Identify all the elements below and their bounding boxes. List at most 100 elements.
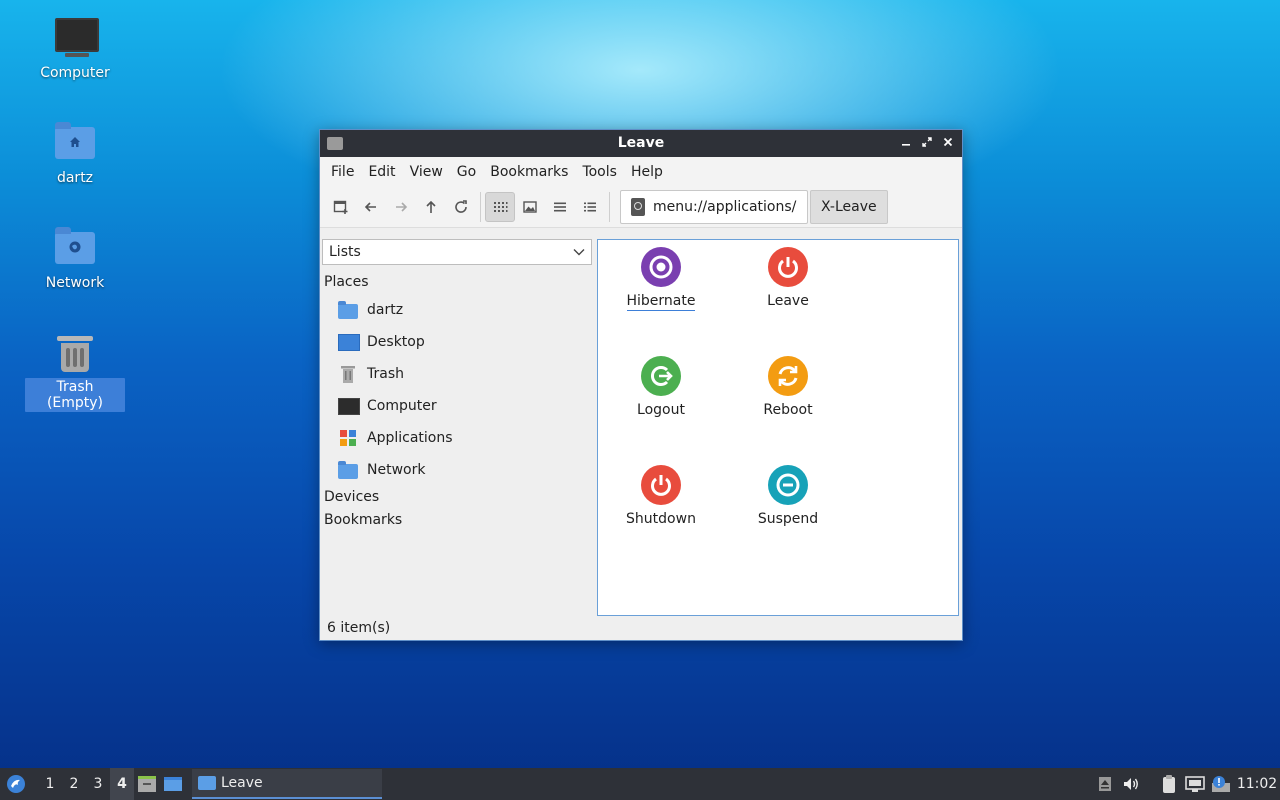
forward-button[interactable] — [386, 192, 416, 222]
places-section-header[interactable]: Places — [320, 271, 596, 294]
side-pane-mode-select[interactable]: Lists — [322, 239, 592, 265]
place-trash[interactable]: Trash — [320, 358, 596, 390]
item-shutdown[interactable]: Shutdown — [606, 465, 716, 527]
menu-bar: File Edit View Go Bookmarks Tools Help — [320, 157, 962, 187]
network-status-icon[interactable] — [1182, 768, 1208, 800]
place-applications[interactable]: Applications — [320, 422, 596, 454]
window-title: Leave — [617, 135, 665, 151]
toolbar-separator — [609, 192, 610, 222]
menu-file[interactable]: File — [324, 164, 361, 180]
side-pane: Lists Places dartz Desktop Trash Compute… — [320, 238, 596, 616]
compact-view-button[interactable] — [545, 192, 575, 222]
desktop-icon-network[interactable]: Network — [25, 226, 125, 292]
place-network[interactable]: Network — [320, 454, 596, 486]
desktop-icon-computer[interactable]: Computer — [25, 16, 125, 82]
reload-button[interactable] — [446, 192, 476, 222]
shutdown-icon — [641, 465, 681, 505]
workspace-1[interactable]: 1 — [38, 768, 62, 800]
icon-view-button[interactable] — [485, 192, 515, 222]
up-button[interactable] — [416, 192, 446, 222]
menu-help[interactable]: Help — [624, 164, 670, 180]
toolbar: menu://applications/ X-Leave — [320, 187, 962, 228]
power-icon — [768, 247, 808, 287]
clock[interactable]: 11:02 — [1234, 776, 1280, 792]
desktop-icon-label: Trash (Empty) — [25, 378, 125, 412]
system-tray: 11:02 — [1092, 768, 1280, 800]
item-label: Hibernate — [626, 293, 696, 311]
chevron-down-icon — [573, 244, 585, 260]
minimize-button[interactable] — [898, 135, 914, 151]
place-label: Network — [367, 462, 426, 478]
menu-go[interactable]: Go — [450, 164, 483, 180]
item-label: Leave — [767, 293, 809, 309]
notification-icon[interactable] — [1208, 768, 1234, 800]
item-logout[interactable]: Logout — [606, 356, 716, 418]
desktop-icon-trash[interactable]: Trash (Empty) — [25, 330, 125, 412]
computer-icon — [53, 16, 99, 60]
place-computer[interactable]: Computer — [320, 390, 596, 422]
status-bar: 6 item(s) — [327, 620, 391, 636]
menu-view[interactable]: View — [403, 164, 450, 180]
start-menu-button[interactable] — [0, 768, 32, 800]
workspace-3[interactable]: 3 — [86, 768, 110, 800]
reboot-icon — [768, 356, 808, 396]
desktop-icon-label: Network — [45, 275, 105, 291]
close-button[interactable] — [940, 135, 956, 151]
menu-tools[interactable]: Tools — [575, 164, 624, 180]
folder-icon — [198, 776, 216, 790]
place-label: Applications — [367, 430, 453, 446]
trash-icon — [338, 365, 358, 383]
toolbar-separator — [480, 192, 481, 222]
trash-icon — [53, 330, 97, 374]
desktop-icon-label: dartz — [56, 170, 94, 186]
logout-icon — [641, 356, 681, 396]
home-folder-icon — [53, 121, 97, 165]
item-reboot[interactable]: Reboot — [733, 356, 843, 418]
place-label: dartz — [367, 302, 404, 318]
hibernate-icon — [641, 247, 681, 287]
new-tab-button[interactable] — [326, 192, 356, 222]
place-label: Computer — [367, 398, 437, 414]
menu-edit[interactable]: Edit — [361, 164, 402, 180]
location-icon — [631, 198, 645, 216]
workspace-2[interactable]: 2 — [62, 768, 86, 800]
folder-view[interactable]: Hibernate Leave Logout Reboot Shutdown S… — [597, 239, 959, 616]
suspend-icon — [768, 465, 808, 505]
breadcrumb-button[interactable]: X-Leave — [810, 190, 888, 224]
location-bar[interactable]: menu://applications/ — [620, 190, 808, 224]
desktop-icon-dartz[interactable]: dartz — [25, 121, 125, 187]
item-label: Logout — [637, 402, 685, 418]
computer-icon — [338, 397, 360, 415]
title-bar[interactable]: Leave — [320, 130, 962, 157]
menu-bookmarks[interactable]: Bookmarks — [483, 164, 575, 180]
bookmarks-section-header[interactable]: Bookmarks — [320, 509, 596, 532]
maximize-button[interactable] — [919, 135, 935, 151]
taskbar: 1 2 3 4 Leave 11:02 — [0, 768, 1280, 800]
thumbnail-view-button[interactable] — [515, 192, 545, 222]
item-leave[interactable]: Leave — [733, 247, 843, 309]
volume-icon[interactable] — [1118, 768, 1144, 800]
back-button[interactable] — [356, 192, 386, 222]
item-suspend[interactable]: Suspend — [733, 465, 843, 527]
eject-icon[interactable] — [1092, 768, 1118, 800]
location-text: menu://applications/ — [653, 199, 797, 215]
side-pane-mode-value: Lists — [329, 244, 361, 260]
item-label: Shutdown — [626, 511, 696, 527]
network-folder-icon — [338, 461, 358, 479]
detailed-list-view-button[interactable] — [575, 192, 605, 222]
place-dartz[interactable]: dartz — [320, 294, 596, 326]
place-label: Trash — [367, 366, 404, 382]
workspace-4[interactable]: 4 — [110, 768, 134, 800]
task-label: Leave — [221, 775, 263, 791]
clipboard-icon[interactable] — [1156, 768, 1182, 800]
file-manager-launcher-icon[interactable] — [134, 768, 160, 800]
applications-icon — [338, 429, 358, 447]
item-hibernate[interactable]: Hibernate — [606, 247, 716, 311]
show-desktop-icon[interactable] — [160, 768, 186, 800]
place-desktop[interactable]: Desktop — [320, 326, 596, 358]
file-manager-window: Leave File Edit View Go Bookmarks Tools … — [319, 129, 963, 641]
item-label: Reboot — [763, 402, 813, 418]
item-label: Suspend — [757, 511, 819, 527]
devices-section-header[interactable]: Devices — [320, 486, 596, 509]
taskbar-task-leave[interactable]: Leave — [192, 769, 382, 799]
